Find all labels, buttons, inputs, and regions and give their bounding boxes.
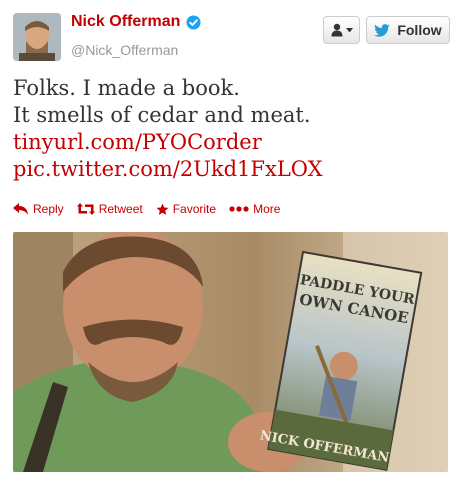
author-handle[interactable]: @Nick_Offerman [71, 42, 178, 58]
retweet-icon [76, 203, 95, 215]
tweet-actions: Reply Retweet Favorite More [13, 202, 293, 216]
more-dots-icon [229, 206, 249, 212]
avatar-image [13, 13, 61, 61]
retweet-label: Retweet [98, 202, 143, 216]
reply-icon [13, 203, 28, 215]
more-label: More [253, 202, 281, 216]
favorite-action[interactable]: Favorite [156, 202, 216, 216]
twitter-bird-icon [374, 23, 391, 37]
favorite-label: Favorite [172, 202, 217, 216]
verified-badge-icon [186, 14, 201, 30]
pic-twitter-link[interactable]: pic.twitter.com/2Ukd1FxLOX [13, 156, 323, 183]
star-icon [156, 203, 169, 215]
user-actions-button[interactable] [323, 16, 360, 44]
photo-image: PADDLE YOUR OWN CANOE NICK OFFERMAN [13, 232, 448, 472]
reply-label: Reply [33, 202, 64, 216]
tinyurl-link[interactable]: tinyurl.com/PYOCorder [13, 129, 323, 156]
avatar[interactable] [13, 13, 61, 61]
tweet-line-2: It smells of cedar and meat. [13, 103, 311, 127]
follow-label: Follow [397, 22, 442, 38]
person-icon [331, 23, 342, 37]
tweet-photo[interactable]: PADDLE YOUR OWN CANOE NICK OFFERMAN [13, 232, 448, 472]
author-name[interactable]: Nick Offerman [71, 13, 180, 31]
caret-down-icon [345, 27, 353, 32]
tweet-text: Folks. I made a book. It smells of cedar… [13, 75, 323, 183]
more-action[interactable]: More [229, 202, 280, 216]
follow-button[interactable]: Follow [366, 16, 450, 44]
retweet-action[interactable]: Retweet [76, 202, 143, 216]
reply-action[interactable]: Reply [13, 202, 64, 216]
tweet-line-1: Folks. I made a book. [13, 76, 240, 100]
